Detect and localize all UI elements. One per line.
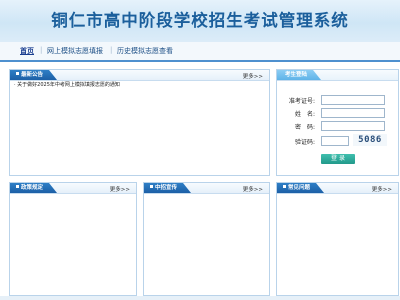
- announcements-title-text: 最新公告: [21, 72, 44, 78]
- policy-title-text: 政策规定: [21, 185, 44, 191]
- captcha-row: 验证码: 5086: [277, 134, 397, 146]
- promotion-panel: 中招宣传 更多>>: [143, 182, 270, 296]
- name-input[interactable]: [321, 108, 385, 118]
- login-panel: 考生登陆 准考证号: 姓 名: 密 码: 验证码: 5086 登 录: [276, 69, 399, 176]
- policy-title: 政策规定: [10, 183, 57, 193]
- site-title: 铜仁市高中阶段学校招生考试管理系统: [51, 11, 349, 30]
- promotion-title-text: 中招宣传: [155, 185, 178, 191]
- faq-title: 常见问题: [277, 183, 324, 193]
- exam-id-input[interactable]: [321, 95, 385, 105]
- news-list: · 关于做好2025年中考网上模拟填报志愿的通知: [14, 82, 265, 89]
- bullet-icon: [16, 72, 19, 75]
- nav-mock-application[interactable]: 网上模拟志愿填报: [47, 46, 103, 56]
- login-button[interactable]: 登 录: [321, 154, 355, 164]
- bullet-icon: [283, 185, 286, 188]
- nav-separator: |: [40, 46, 43, 54]
- footer-strip: [0, 296, 400, 300]
- news-item[interactable]: · 关于做好2025年中考网上模拟填报志愿的通知: [14, 82, 265, 89]
- captcha-input[interactable]: [321, 136, 349, 146]
- bullet-icon: [16, 185, 19, 188]
- policy-more-link[interactable]: 更多>>: [110, 185, 130, 193]
- site-header: 铜仁市高中阶段学校招生考试管理系统: [0, 0, 400, 42]
- nav-separator: |: [110, 46, 113, 54]
- nav-history-application[interactable]: 历史模拟志愿查看: [117, 46, 173, 56]
- nav-home[interactable]: 首页: [20, 46, 34, 56]
- name-label: 姓 名:: [294, 111, 315, 118]
- exam-id-label: 准考证号:: [288, 98, 315, 105]
- password-input[interactable]: [321, 121, 385, 131]
- promotion-more-link[interactable]: 更多>>: [243, 185, 263, 193]
- main-nav: 首页 | 网上模拟志愿填报 | 历史模拟志愿查看: [0, 42, 400, 62]
- password-row: 密 码:: [277, 121, 397, 131]
- policy-panel: 政策规定 更多>>: [9, 182, 137, 296]
- promotion-title: 中招宣传: [144, 183, 191, 193]
- exam-id-row: 准考证号:: [277, 95, 397, 105]
- faq-panel: 常见问题 更多>>: [276, 182, 399, 296]
- faq-title-text: 常见问题: [288, 185, 311, 191]
- password-label: 密 码:: [294, 124, 315, 131]
- announcements-panel: 最新公告 更多>> · 关于做好2025年中考网上模拟填报志愿的通知: [9, 69, 270, 176]
- announcements-more-link[interactable]: 更多>>: [243, 72, 263, 80]
- captcha-label: 验证码:: [294, 139, 315, 146]
- announcements-title: 最新公告: [10, 70, 57, 80]
- bullet-icon: [150, 185, 153, 188]
- captcha-image[interactable]: 5086: [353, 134, 387, 146]
- name-row: 姓 名:: [277, 108, 397, 118]
- faq-more-link[interactable]: 更多>>: [372, 185, 392, 193]
